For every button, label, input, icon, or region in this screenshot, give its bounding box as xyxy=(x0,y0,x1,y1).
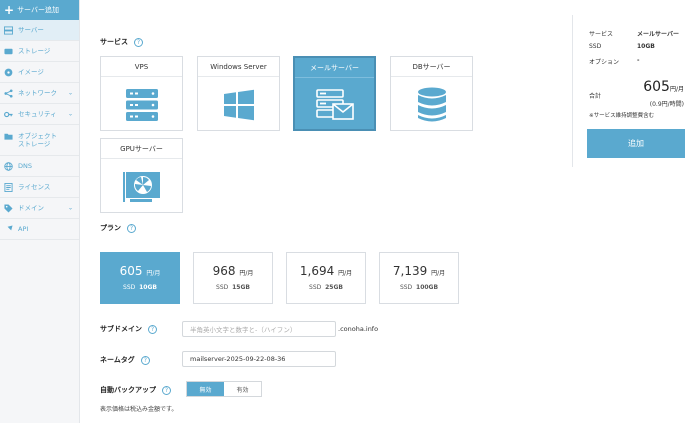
help-icon[interactable]: ? xyxy=(127,223,136,233)
plan-price: 7,139 xyxy=(392,264,428,278)
subdomain-suffix: .conoha.info xyxy=(338,325,379,333)
key-icon xyxy=(4,110,13,119)
database-icon xyxy=(391,79,472,130)
plan-section-label: プラン? xyxy=(100,223,136,233)
backup-off-option[interactable]: 無効 xyxy=(187,382,224,396)
sidebar-item-dns[interactable]: DNS xyxy=(0,156,79,177)
license-icon xyxy=(4,182,13,192)
network-icon xyxy=(4,88,13,98)
service-card-title: Windows Server xyxy=(198,57,279,77)
plan-ssd: 10GB xyxy=(139,284,157,291)
plan-card-605[interactable]: 605 円/月 SSD 10GB xyxy=(100,252,180,304)
plan-price: 1,694 xyxy=(299,264,335,278)
plan-unit: 円/月 xyxy=(338,270,353,277)
plan-ssd: 25GB xyxy=(325,284,343,291)
add-server-label: サーバー追加 xyxy=(17,6,59,14)
order-summary: サービス メールサーバー SSD 10GB オプション - 合計 605円/月 (0.… xyxy=(572,15,700,167)
plan-ssd-label: SSD xyxy=(216,284,229,291)
nametag-input[interactable]: mailserver-2025-09-22-08-36 xyxy=(182,351,336,367)
sidebar-item-license[interactable]: ライセンス xyxy=(0,177,79,198)
plan-unit: 円/月 xyxy=(431,270,446,277)
sidebar-item-server[interactable]: サーバー xyxy=(0,20,79,41)
chevron-down-icon: ⌄ xyxy=(67,204,73,212)
service-card-title: GPUサーバー xyxy=(101,139,182,159)
subdomain-input[interactable]: 半角英小文字と数字と-（ハイフン） xyxy=(182,321,336,337)
plus-icon: + xyxy=(4,3,15,17)
service-card-gpu-server[interactable]: GPUサーバー xyxy=(100,138,183,213)
service-card-vps[interactable]: VPS xyxy=(100,56,183,131)
plan-price: 968 xyxy=(212,264,236,278)
plan-price: 605 xyxy=(119,264,143,278)
mail-server-icon xyxy=(295,80,374,129)
sidebar-item-security[interactable]: セキュリティ ⌄ xyxy=(0,104,79,125)
hourly-price: (0.9円/時間) xyxy=(649,101,684,108)
help-icon[interactable]: ? xyxy=(134,37,143,47)
nametag-label: ネームタグ? xyxy=(100,355,150,365)
help-icon[interactable]: ? xyxy=(140,355,150,365)
summary-row-ssd: SSD 10GB xyxy=(589,43,655,50)
sidebar-item-api[interactable]: API xyxy=(0,219,79,240)
server-icon xyxy=(4,25,13,35)
plan-card-7139[interactable]: 7,139 円/月 SSD 100GB xyxy=(379,252,459,304)
plan-unit: 円/月 xyxy=(239,270,254,277)
plan-ssd-label: SSD xyxy=(123,284,136,291)
service-card-title: DBサーバー xyxy=(391,57,472,77)
sidebar-item-network[interactable]: ネットワーク ⌄ xyxy=(0,83,79,104)
service-fee-note: ※サービス維持調整費含む xyxy=(589,113,655,119)
folder-icon xyxy=(4,132,13,141)
add-server-button[interactable]: + サーバー追加 xyxy=(0,0,79,20)
storage-icon xyxy=(4,47,13,56)
backup-on-option[interactable]: 有効 xyxy=(224,382,261,396)
plan-ssd-label: SSD xyxy=(309,284,322,291)
object-storage-label-line1: オブジェクト xyxy=(18,131,57,140)
summary-row-service: サービス メールサーバー xyxy=(589,31,679,38)
total-label: 合計 xyxy=(589,93,602,100)
service-section-label: サービス? xyxy=(100,37,143,47)
service-card-title: VPS xyxy=(101,57,182,77)
windows-icon xyxy=(198,79,279,130)
plan-unit: 円/月 xyxy=(146,270,161,277)
total-price: 605円/月 xyxy=(643,79,684,95)
plan-ssd-label: SSD xyxy=(399,284,413,291)
sidebar-item-image[interactable]: イメージ xyxy=(0,62,79,83)
sidebar: + サーバー追加 サーバー ストレージ イメージ ネットワーク ⌄ セキュリティ… xyxy=(0,0,80,423)
tag-icon xyxy=(4,203,13,213)
chevron-down-icon: ⌄ xyxy=(67,89,73,97)
sidebar-item-storage[interactable]: ストレージ xyxy=(0,41,79,62)
service-card-db-server[interactable]: DBサーバー xyxy=(390,56,473,131)
auto-backup-toggle: 無効 有効 xyxy=(186,381,262,397)
tax-included-note: 表示価格は税込み金額です。 xyxy=(100,406,178,413)
globe-icon xyxy=(4,161,13,171)
auto-backup-label: 自動バックアップ? xyxy=(100,385,171,395)
summary-row-option: オプション - xyxy=(589,57,640,66)
sidebar-item-domain[interactable]: ドメイン ⌄ xyxy=(0,198,79,219)
api-icon xyxy=(4,224,13,234)
add-button[interactable]: 追加 xyxy=(587,129,685,158)
subdomain-label: サブドメイン? xyxy=(100,324,157,334)
gpu-icon xyxy=(101,161,182,212)
service-card-title: メールサーバー xyxy=(295,58,374,78)
plan-card-1694[interactable]: 1,694 円/月 SSD 25GB xyxy=(286,252,366,304)
vps-server-icon xyxy=(101,79,182,130)
sidebar-item-object-storage[interactable]: オブジェクト ストレージ xyxy=(0,125,79,156)
service-card-mail-server[interactable]: メールサーバー xyxy=(293,56,376,131)
help-icon[interactable]: ? xyxy=(148,324,157,334)
plan-ssd: 15GB xyxy=(232,284,250,291)
plan-card-968[interactable]: 968 円/月 SSD 15GB xyxy=(193,252,273,304)
object-storage-label-line2: ストレージ xyxy=(18,140,51,148)
service-card-windows-server[interactable]: Windows Server xyxy=(197,56,280,131)
image-icon xyxy=(4,68,13,77)
help-icon[interactable]: ? xyxy=(162,385,171,395)
chevron-down-icon: ⌄ xyxy=(67,110,73,118)
plan-ssd: 100GB xyxy=(416,284,439,291)
